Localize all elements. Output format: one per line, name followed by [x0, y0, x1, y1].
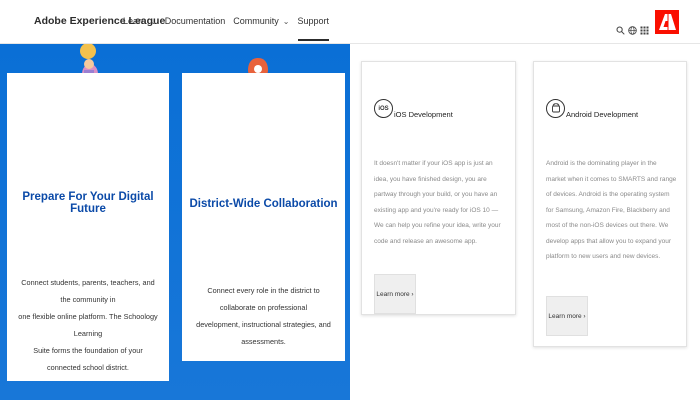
- card-text: Connect every role in the district to co…: [192, 282, 335, 350]
- adobe-logo[interactable]: [655, 10, 679, 34]
- ios-development-card: iOS iOS Development It doesn't matter if…: [361, 61, 516, 315]
- card-text-line: development, instructional strategies, a…: [196, 320, 331, 346]
- card-title: District-Wide Collaboration: [189, 198, 338, 210]
- page: Adobe Experience League Learn ⌄ Document…: [0, 0, 700, 400]
- learn-more-button[interactable]: Learn more ›: [546, 296, 588, 336]
- nav-support-label: Support: [297, 16, 330, 26]
- schoology-panel: Prepare For Your Digital Future Connect …: [0, 44, 350, 400]
- top-navigation-bar: Adobe Experience League Learn ⌄ Document…: [0, 0, 700, 44]
- android-icon: [546, 99, 565, 118]
- nav-learn[interactable]: Learn ⌄: [123, 16, 157, 26]
- card-title: Prepare For Your Digital Future: [22, 191, 154, 215]
- chevron-down-icon: ⌄: [150, 16, 157, 26]
- card-title: Android Development: [566, 110, 639, 119]
- card-title: iOS Development: [394, 110, 453, 119]
- nav-community-label: Community: [233, 16, 279, 26]
- nav-documentation[interactable]: Documentation: [165, 16, 226, 26]
- card-description: It doesn't matter if your iOS app is jus…: [374, 160, 501, 245]
- collaboration-card: District-Wide Collaboration Connect ever…: [182, 73, 345, 361]
- apps-grid-icon[interactable]: [640, 22, 649, 34]
- services-area: iOS iOS Development It doesn't matter if…: [350, 44, 700, 400]
- globe-icon[interactable]: [628, 22, 637, 35]
- card-text-line: Connect every role in the district to co…: [207, 286, 320, 312]
- card-text-line: Connect students, parents, teachers, and…: [21, 278, 155, 304]
- nav-support[interactable]: Support: [297, 16, 330, 41]
- main-nav: Learn ⌄ Documentation Community ⌄ Suppor…: [123, 16, 337, 41]
- chevron-down-icon: ⌄: [282, 16, 290, 26]
- nav-community[interactable]: Community ⌄: [233, 16, 289, 26]
- nav-documentation-label: Documentation: [164, 16, 226, 26]
- learn-more-button[interactable]: Learn more ›: [374, 274, 416, 314]
- android-development-card: Android Development Android is the domin…: [533, 61, 687, 347]
- header-icons: [616, 10, 679, 38]
- card-description: Android is the dominating player in the …: [546, 160, 677, 260]
- card-text-line: one flexible online platform. The School…: [18, 312, 158, 338]
- card-text: Connect students, parents, teachers, and…: [17, 274, 159, 376]
- card-text-line: Suite forms the foundation of your conne…: [33, 346, 143, 372]
- digital-future-card: Prepare For Your Digital Future Connect …: [7, 73, 169, 381]
- ios-icon: iOS: [374, 99, 393, 118]
- search-icon[interactable]: [616, 22, 625, 35]
- nav-learn-label: Learn: [123, 16, 147, 26]
